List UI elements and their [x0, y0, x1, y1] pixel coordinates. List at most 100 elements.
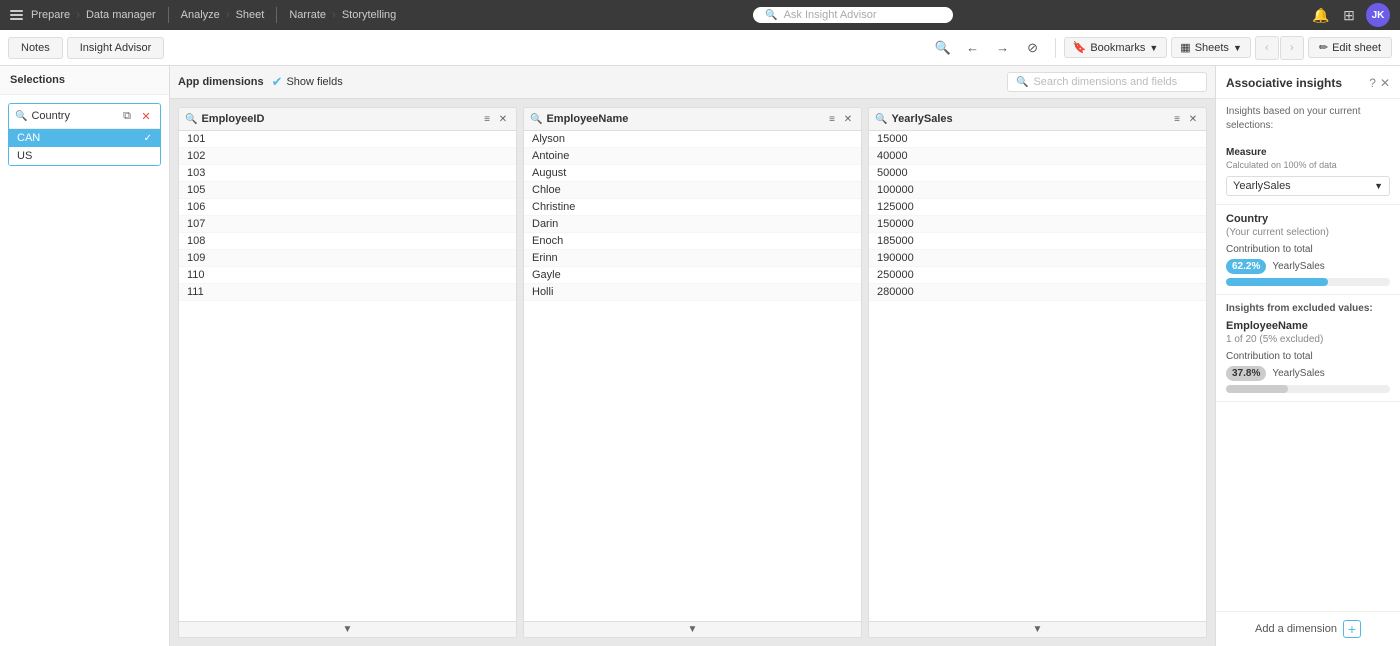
- add-dim-plus-icon: +: [1343, 620, 1361, 638]
- avatar[interactable]: JK: [1366, 3, 1390, 27]
- selections-header: Selections: [0, 66, 169, 95]
- search-icon-small: 🔍: [15, 111, 27, 122]
- yearlysales-title: 🔍 YearlySales: [875, 113, 953, 125]
- notes-button[interactable]: Notes: [8, 37, 63, 59]
- help-icon[interactable]: ?: [1369, 76, 1376, 90]
- employeeid-table-icons: ≡ ✕: [480, 112, 510, 126]
- hamburger-menu[interactable]: [10, 10, 23, 20]
- close-sales-table-icon[interactable]: ✕: [1186, 112, 1200, 126]
- measure-select-dropdown[interactable]: YearlySales ▼: [1226, 176, 1390, 196]
- table-row[interactable]: Alyson: [524, 131, 861, 148]
- add-dimension-button[interactable]: Add a dimension +: [1216, 611, 1400, 646]
- table-row[interactable]: 250000: [869, 267, 1206, 284]
- employeename-table-icons: ≡ ✕: [825, 112, 855, 126]
- sheets-button[interactable]: ▦ Sheets ▼: [1171, 37, 1251, 58]
- table-row[interactable]: 103: [179, 165, 516, 182]
- excluded-label: Insights from excluded values:: [1226, 303, 1390, 314]
- country-insight-card: Country (Your current selection) Contrib…: [1216, 205, 1400, 295]
- table-row[interactable]: Christine: [524, 199, 861, 216]
- table-row[interactable]: 100000: [869, 182, 1206, 199]
- country-card-title: Country: [1226, 213, 1390, 225]
- list-item[interactable]: US: [9, 147, 160, 165]
- search-dimensions-placeholder: Search dimensions and fields: [1033, 76, 1177, 88]
- table-row[interactable]: 106: [179, 199, 516, 216]
- search-dim-icon: 🔍: [1016, 77, 1028, 88]
- clear-selection-icon[interactable]: ✕: [138, 108, 154, 124]
- search-dimensions-input[interactable]: 🔍 Search dimensions and fields: [1007, 72, 1207, 92]
- table-row[interactable]: Chloe: [524, 182, 861, 199]
- table-row[interactable]: 40000: [869, 148, 1206, 165]
- insights-from-excluded-section: Insights from excluded values: EmployeeN…: [1216, 295, 1400, 402]
- employeename-metric: YearlySales: [1272, 368, 1324, 379]
- copy-selection-icon[interactable]: ⧉: [119, 108, 135, 124]
- toolbar-icons: 🔍 ← → ⊘: [929, 34, 1047, 62]
- add-dim-label: Add a dimension: [1255, 623, 1337, 635]
- insights-subtitle: Insights based on your current selection…: [1216, 99, 1400, 139]
- country-card-sub: (Your current selection): [1226, 227, 1390, 238]
- table-row[interactable]: Darin: [524, 216, 861, 233]
- close-name-table-icon[interactable]: ✕: [841, 112, 855, 126]
- scroll-down-yearlysales[interactable]: ▼: [869, 621, 1206, 637]
- prev-sheet-arrow[interactable]: ‹: [1255, 36, 1279, 60]
- nav-arrows: ‹ ›: [1255, 36, 1304, 60]
- close-insights-icon[interactable]: ✕: [1380, 76, 1390, 90]
- tables-row: 🔍 EmployeeID ≡ ✕ 101 102 103 105 106 107…: [170, 99, 1215, 646]
- second-toolbar: Notes Insight Advisor 🔍 ← → ⊘ 🔖 Bookmark…: [0, 30, 1400, 66]
- table-row[interactable]: 107: [179, 216, 516, 233]
- measure-section: Measure Calculated on 100% of data Yearl…: [1216, 139, 1400, 205]
- right-panel: Associative insights ? ✕ Insights based …: [1215, 66, 1400, 646]
- sort-name-icon[interactable]: ≡: [825, 112, 839, 126]
- measure-label: Measure: [1226, 147, 1390, 158]
- selection-forward-icon[interactable]: →: [989, 34, 1017, 62]
- table-row[interactable]: 280000: [869, 284, 1206, 301]
- employeename-card-sub: 1 of 20 (5% excluded): [1226, 334, 1390, 345]
- prepare-section: Prepare › Data manager: [31, 9, 156, 21]
- insight-advisor-button[interactable]: Insight Advisor: [67, 37, 165, 59]
- table-row[interactable]: 190000: [869, 250, 1206, 267]
- table-row[interactable]: 105: [179, 182, 516, 199]
- top-bar-actions: 🔔 ⊞ JK: [1310, 3, 1390, 27]
- next-sheet-arrow[interactable]: ›: [1280, 36, 1304, 60]
- table-row[interactable]: Holli: [524, 284, 861, 301]
- bookmarks-button[interactable]: 🔖 Bookmarks ▼: [1064, 37, 1168, 58]
- sort-sales-icon[interactable]: ≡: [1170, 112, 1184, 126]
- smart-search-icon[interactable]: 🔍: [929, 34, 957, 62]
- scroll-down-employeename[interactable]: ▼: [524, 621, 861, 637]
- table-row[interactable]: Antoine: [524, 148, 861, 165]
- table-row[interactable]: 102: [179, 148, 516, 165]
- edit-sheet-button[interactable]: ✏ Edit sheet: [1308, 37, 1392, 58]
- table-row[interactable]: Gayle: [524, 267, 861, 284]
- table-row[interactable]: 125000: [869, 199, 1206, 216]
- selection-back-icon[interactable]: ←: [959, 34, 987, 62]
- table-row[interactable]: August: [524, 165, 861, 182]
- table-row[interactable]: 50000: [869, 165, 1206, 182]
- apps-grid-icon[interactable]: ⊞: [1338, 4, 1360, 26]
- table-row[interactable]: 109: [179, 250, 516, 267]
- close-table-icon[interactable]: ✕: [496, 112, 510, 126]
- table-row[interactable]: Enoch: [524, 233, 861, 250]
- show-fields-toggle[interactable]: ✔ Show fields: [272, 74, 343, 90]
- table-row[interactable]: 15000: [869, 131, 1206, 148]
- clear-selections-icon[interactable]: ⊘: [1019, 34, 1047, 62]
- table-row[interactable]: 185000: [869, 233, 1206, 250]
- insights-panel-header: Associative insights ? ✕: [1216, 66, 1400, 99]
- table-row[interactable]: 108: [179, 233, 516, 250]
- ask-insight-input[interactable]: Ask Insight Advisor: [784, 9, 877, 21]
- divider-2: [276, 7, 277, 23]
- table-row[interactable]: 111: [179, 284, 516, 301]
- sort-icon[interactable]: ≡: [480, 112, 494, 126]
- table-row[interactable]: 110: [179, 267, 516, 284]
- table-row[interactable]: 101: [179, 131, 516, 148]
- list-item[interactable]: CAN ✓: [9, 129, 160, 147]
- bell-icon[interactable]: 🔔: [1310, 4, 1332, 26]
- contribution-bar: 62.2% YearlySales: [1226, 259, 1390, 274]
- contribution-bar-fill: [1226, 278, 1328, 286]
- contribution-label: Contribution to total: [1226, 244, 1390, 255]
- table-row[interactable]: Erinn: [524, 250, 861, 267]
- analyze-section: Analyze › Sheet: [181, 9, 265, 21]
- insights-header-icons: ? ✕: [1369, 76, 1390, 90]
- table-row[interactable]: 150000: [869, 216, 1206, 233]
- scroll-down-employeeid[interactable]: ▼: [179, 621, 516, 637]
- yearlysales-table-icons: ≡ ✕: [1170, 112, 1200, 126]
- can-value: CAN: [17, 132, 40, 144]
